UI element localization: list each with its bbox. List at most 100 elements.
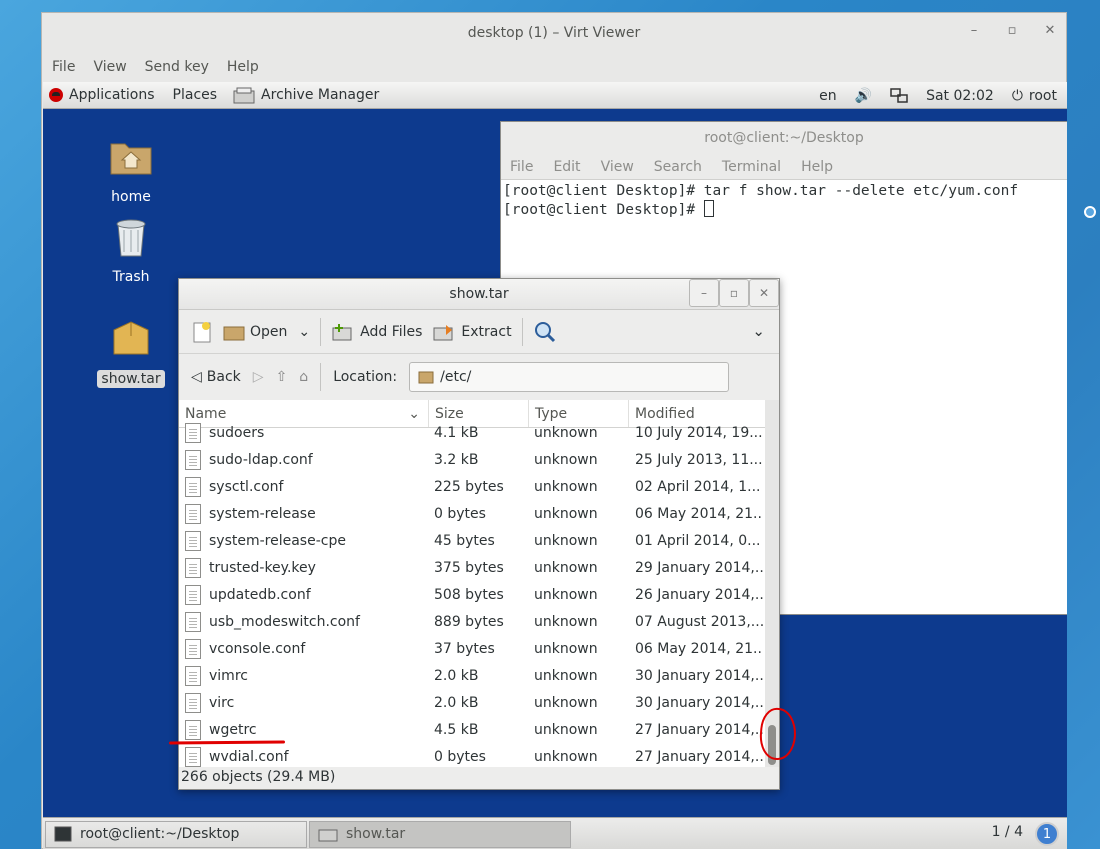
cell-type: unknown [534,667,598,684]
desktop-icon-trash[interactable]: Trash [96,214,166,286]
terminal-menu-file[interactable]: File [510,159,533,175]
new-archive-icon[interactable] [191,321,213,343]
active-app-menu[interactable]: Archive Manager [233,86,379,104]
cell-modified: 25 July 2013, 11... [635,451,763,468]
desktop-icon-show-tar[interactable]: show.tar [96,316,166,388]
back-arrow-icon: ◁ [191,368,202,385]
folder-icon [418,371,434,383]
network-icon[interactable] [890,87,908,104]
close-icon[interactable]: ✕ [749,279,779,307]
add-files-icon [332,323,352,340]
minimize-icon[interactable]: – [966,23,982,38]
home-icon[interactable]: ⌂ [299,369,308,385]
task-show-tar[interactable]: show.tar [309,820,571,848]
archive-manager-window[interactable]: show.tar – ▫ ✕ Open ⌄ Add Files Extract … [178,278,780,790]
terminal-output[interactable]: [root@client Desktop]# tar f show.tar --… [501,180,1067,221]
guest-screen[interactable]: Applications Places Archive Manager en 🔊… [43,82,1067,849]
menu-view[interactable]: View [93,59,126,75]
file-list[interactable]: Name ⌄ Size Type Modified sudoers 4.1 kB un… [179,400,765,767]
archive-toolbar: Open ⌄ Add Files Extract ⌄ [179,310,779,354]
clock[interactable]: Sat 02:02 [926,88,994,104]
add-files-button[interactable]: Add Files [331,322,422,342]
column-type-label: Type [535,405,568,422]
maximize-icon[interactable]: ▫ [719,279,749,307]
table-row[interactable]: vimrc 2.0 kB unknown 30 January 2014,... [179,662,765,689]
terminal-icon [54,826,72,842]
viewer-menubar: File View Send key Help [42,53,1066,81]
up-arrow-icon[interactable]: ⇧ [276,369,288,385]
back-button[interactable]: ◁ Back [191,369,241,385]
desktop-icon-label: Trash [112,269,150,285]
cell-size: 889 bytes [434,613,504,630]
file-name: trusted-key.key [209,559,316,576]
cell-name: vconsole.conf [179,638,429,659]
table-row[interactable]: system-release-cpe 45 bytes unknown 01 Apri… [179,527,765,554]
table-row[interactable]: system-release 0 bytes unknown 06 May 2014,… [179,500,765,527]
edge-handle-icon[interactable] [1084,206,1096,218]
cell-name: updatedb.conf [179,584,429,605]
table-row[interactable]: wgetrc 4.5 kB unknown 27 January 2014,... [179,716,765,743]
extract-button[interactable]: Extract [432,322,512,342]
file-name: sudoers [209,424,265,441]
volume-icon[interactable]: 🔊 [855,88,872,104]
table-row[interactable]: sysctl.conf 225 bytes unknown 02 April 2014… [179,473,765,500]
power-icon: ⏻ [1011,87,1023,104]
chevron-down-icon[interactable]: ⌄ [752,322,765,340]
close-icon[interactable]: ✕ [1042,23,1058,38]
toolbar-separator [320,317,322,346]
cell-type: unknown [534,532,598,549]
cell-size: 2.0 kB [434,694,479,711]
chevron-down-icon[interactable]: ⌄ [298,324,310,340]
table-row[interactable]: wvdial.conf 0 bytes unknown 27 January 2014… [179,743,765,767]
cell-size: 2.0 kB [434,667,479,684]
desktop-icon-label: show.tar [97,370,165,388]
task-terminal[interactable]: root@client:~/Desktop [45,820,307,848]
maximize-icon[interactable]: ▫ [1004,23,1020,38]
open-button[interactable]: Open ⌄ [223,323,310,341]
trash-icon [116,219,146,257]
terminal-menu-view[interactable]: View [601,159,634,175]
cell-modified: 26 January 2014,... [635,586,763,603]
column-type[interactable]: Type [529,400,629,427]
location-field[interactable]: /etc/ [409,361,730,392]
text-file-icon [185,692,201,713]
file-name: updatedb.conf [209,586,311,603]
table-row[interactable]: vconsole.conf 37 bytes unknown 06 May 2014,… [179,635,765,662]
cell-type: unknown [534,424,598,441]
terminal-prompt: [root@client Desktop]# [503,202,704,218]
table-row[interactable]: sudo-ldap.conf 3.2 kB unknown 25 July 2013,… [179,446,765,473]
workspace-indicator[interactable]: 1 / 4 [992,824,1023,840]
places-menu[interactable]: Places [173,87,218,103]
table-row[interactable]: usb_modeswitch.conf 889 bytes unknown 07 Au… [179,608,765,635]
table-row[interactable]: virc 2.0 kB unknown 30 January 2014,... [179,689,765,716]
file-name: virc [209,694,235,711]
cell-name: wvdial.conf [179,746,429,767]
notification-badge[interactable]: 1 [1035,822,1059,846]
applications-menu[interactable]: Applications [49,87,155,103]
forward-arrow-icon[interactable]: ▷ [253,369,264,385]
column-size[interactable]: Size [429,400,529,427]
terminal-menu-edit[interactable]: Edit [553,159,580,175]
menu-file[interactable]: File [52,59,75,75]
applications-label: Applications [69,87,155,103]
toolbar-separator [521,317,523,346]
table-row[interactable]: trusted-key.key 375 bytes unknown 29 Januar… [179,554,765,581]
menu-send-key[interactable]: Send key [145,59,209,75]
column-modified[interactable]: Modified [629,400,765,427]
symlink-file-icon [185,503,201,524]
terminal-menu-search[interactable]: Search [654,159,702,175]
status-text: 266 objects (29.4 MB) [181,769,336,785]
search-icon[interactable] [533,320,557,344]
cell-modified: 02 April 2014, 1... [635,478,761,495]
user-menu[interactable]: ⏻ root [1012,88,1057,104]
terminal-menu-help[interactable]: Help [801,159,833,175]
minimize-icon[interactable]: – [689,279,719,307]
desktop-icon-home[interactable]: home [96,134,166,206]
cell-size: 0 bytes [434,748,486,765]
menu-help[interactable]: Help [227,59,259,75]
table-row[interactable]: updatedb.conf 508 bytes unknown 26 January … [179,581,765,608]
cell-size: 45 bytes [434,532,495,549]
cell-name: wgetrc [179,719,429,740]
keyboard-language[interactable]: en [819,88,837,104]
terminal-menu-terminal[interactable]: Terminal [722,159,781,175]
